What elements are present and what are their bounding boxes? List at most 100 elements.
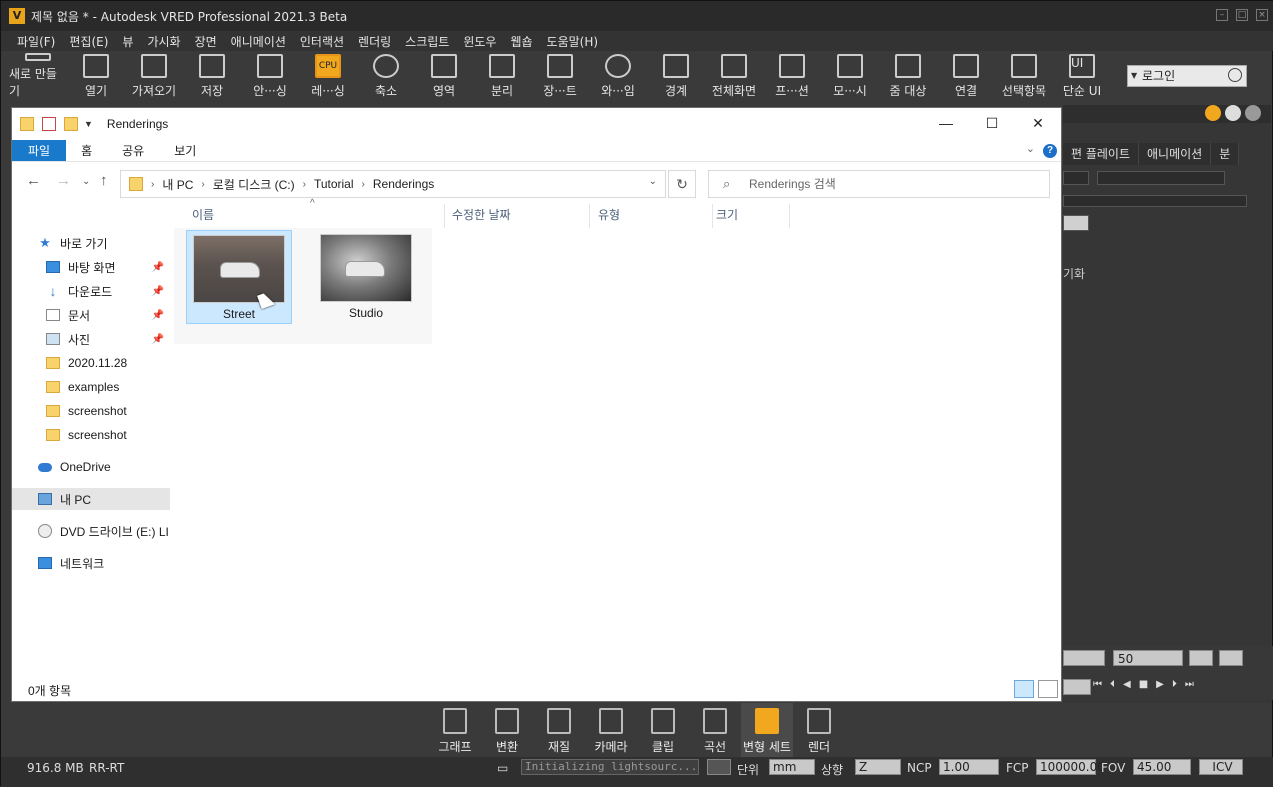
toolbar-button[interactable]: 안···싱 bbox=[241, 53, 299, 101]
expand-ribbon-icon[interactable]: ⌄ bbox=[1026, 142, 1035, 155]
pin-icon[interactable]: 📌 bbox=[152, 262, 164, 273]
menu-item[interactable]: 렌더링 bbox=[358, 31, 391, 51]
refresh-icon[interactable]: ↻ bbox=[668, 170, 696, 198]
breadcrumb-item[interactable]: Tutorial bbox=[314, 177, 354, 191]
column-type[interactable]: 유형 bbox=[598, 206, 620, 223]
nav-item[interactable]: screenshot bbox=[12, 424, 170, 446]
menu-item[interactable]: 인터랙션 bbox=[300, 31, 344, 51]
search-key-icon[interactable] bbox=[1219, 650, 1243, 666]
details-view-icon[interactable] bbox=[1014, 680, 1034, 698]
nav-item[interactable]: screenshot bbox=[12, 400, 170, 422]
toolbar-button[interactable]: 분리 bbox=[473, 53, 531, 101]
explorer-minimize-button[interactable]: — bbox=[923, 108, 969, 138]
toolbar-button[interactable]: 저장 bbox=[183, 53, 241, 101]
terminal-icon[interactable]: ▭ bbox=[497, 761, 508, 775]
chevron-right-icon[interactable]: › bbox=[201, 179, 204, 190]
nav-item[interactable]: 내 PC bbox=[12, 488, 170, 510]
column-size[interactable]: 크기 bbox=[716, 206, 738, 223]
column-divider[interactable] bbox=[444, 204, 445, 228]
up-arrow-icon[interactable]: ↑ bbox=[100, 172, 108, 189]
chevron-right-icon[interactable]: › bbox=[362, 179, 365, 190]
module-button[interactable]: 클립 bbox=[637, 703, 689, 757]
menu-item[interactable]: 뷰 bbox=[122, 31, 133, 51]
toolbar-button[interactable]: 축소 bbox=[357, 53, 415, 101]
module-button[interactable]: 렌더 bbox=[793, 703, 845, 757]
stop-icon[interactable]: ■ bbox=[1139, 679, 1148, 690]
module-button[interactable]: 재질 bbox=[533, 703, 585, 757]
first-frame-icon[interactable]: ⏮ bbox=[1093, 679, 1102, 690]
nav-item[interactable]: ★ 바로 가기 bbox=[12, 232, 170, 254]
back-arrow-icon[interactable]: ← bbox=[26, 172, 41, 189]
pin-icon[interactable]: 📌 bbox=[152, 310, 164, 321]
toolbar-button[interactable]: 모···시 bbox=[821, 53, 879, 101]
quick-access-dropdown-icon[interactable]: ▼ bbox=[84, 119, 93, 129]
panel-field[interactable] bbox=[1063, 215, 1089, 231]
toolbar-button[interactable]: 전체화면 bbox=[705, 53, 763, 101]
panel-field[interactable] bbox=[1097, 171, 1225, 185]
breadcrumb-item[interactable]: Renderings bbox=[373, 177, 434, 191]
new-folder-icon[interactable] bbox=[64, 117, 78, 131]
ribbon-tab[interactable]: 홈 bbox=[66, 140, 107, 161]
panel-field[interactable] bbox=[1063, 195, 1247, 207]
toolbar-button[interactable]: 영역 bbox=[415, 53, 473, 101]
ribbon-tab[interactable]: 보기 bbox=[159, 140, 211, 161]
last-frame-icon[interactable]: ⏭ bbox=[1185, 679, 1194, 690]
chevron-right-icon[interactable]: › bbox=[303, 179, 306, 190]
module-button[interactable]: 변형 세트 bbox=[741, 703, 793, 757]
menu-item[interactable]: 장면 bbox=[195, 31, 217, 51]
toolbar-button[interactable]: 프···션 bbox=[763, 53, 821, 101]
nav-item[interactable]: examples bbox=[12, 376, 170, 398]
breadcrumb-item[interactable]: 내 PC bbox=[162, 176, 193, 193]
menu-item[interactable]: 도움말(H) bbox=[547, 31, 599, 51]
column-divider[interactable] bbox=[789, 204, 790, 228]
toolbar-button[interactable]: UI 단순 UI bbox=[1053, 53, 1111, 101]
fov-field[interactable]: 45.00 bbox=[1133, 759, 1191, 775]
menu-item[interactable]: 스크립트 bbox=[405, 31, 449, 51]
up-axis-select[interactable]: Z bbox=[855, 759, 901, 775]
nav-item[interactable]: DVD 드라이브 (E:) LI bbox=[12, 520, 170, 542]
prev-key-icon[interactable]: ⏴ bbox=[1110, 679, 1115, 690]
ribbon-tab[interactable]: 파일 bbox=[12, 140, 67, 161]
maximize-button[interactable]: □ bbox=[1236, 9, 1248, 21]
toolbar-button[interactable]: CPU 레···싱 bbox=[299, 53, 357, 101]
breadcrumb-item[interactable]: 로컬 디스크 (C:) bbox=[213, 176, 295, 193]
module-button[interactable]: 변환 bbox=[481, 703, 533, 757]
chevron-right-icon[interactable]: › bbox=[151, 179, 154, 190]
unit-select[interactable]: mm bbox=[769, 759, 815, 775]
play-back-icon[interactable]: ◀ bbox=[1123, 679, 1131, 690]
end-frame-field[interactable]: 50 bbox=[1113, 650, 1183, 666]
menu-item[interactable]: 파일(F) bbox=[17, 31, 55, 51]
start-frame-field[interactable] bbox=[1063, 650, 1105, 666]
search-input[interactable]: ⌕ Renderings 검색 bbox=[708, 170, 1050, 198]
panel-tab[interactable]: 편 플레이트 bbox=[1063, 143, 1140, 165]
address-bar[interactable]: › 내 PC › 로컬 디스크 (C:) › Tutorial › Renderings ⌄ bbox=[120, 170, 666, 198]
module-button[interactable]: 그래프 bbox=[429, 703, 481, 757]
nav-item[interactable]: ↓ 다운로드 📌 bbox=[12, 280, 170, 302]
file-studio[interactable]: Studio bbox=[314, 230, 420, 324]
toolbar-button[interactable]: 선택항목 bbox=[995, 53, 1053, 101]
toolbar-button[interactable]: 장···트 bbox=[531, 53, 589, 101]
column-modified[interactable]: 수정한 날짜 bbox=[452, 206, 511, 223]
menu-item[interactable]: 편집(E) bbox=[69, 31, 108, 51]
panel-tab[interactable]: 분 bbox=[1211, 143, 1240, 165]
nav-item[interactable]: 바탕 화면 📌 bbox=[12, 256, 170, 278]
recent-dropdown-icon[interactable]: ⌄ bbox=[82, 176, 90, 187]
panel-forward-icon[interactable] bbox=[1225, 105, 1241, 121]
next-key-icon[interactable]: ⏵ bbox=[1172, 679, 1177, 690]
pin-icon[interactable]: 📌 bbox=[152, 334, 164, 345]
help-icon[interactable]: ? bbox=[1043, 144, 1057, 158]
panel-field[interactable] bbox=[1063, 171, 1089, 185]
key-icon[interactable] bbox=[1189, 650, 1213, 666]
nav-item[interactable]: 2020.11.28 bbox=[12, 352, 170, 374]
module-button[interactable]: 카메라 bbox=[585, 703, 637, 757]
menu-item[interactable]: 애니메이션 bbox=[231, 31, 286, 51]
toolbar-button[interactable]: 경계 bbox=[647, 53, 705, 101]
menu-item[interactable]: 웹숍 bbox=[510, 31, 532, 51]
play-icon[interactable]: ▶ bbox=[1156, 679, 1164, 690]
toolbar-button[interactable]: 와···임 bbox=[589, 53, 647, 101]
ribbon-tab[interactable]: 공유 bbox=[107, 140, 159, 161]
clear-button[interactable] bbox=[707, 759, 731, 775]
panel-d-icon[interactable] bbox=[1205, 105, 1221, 121]
nav-item[interactable]: 네트워크 bbox=[12, 552, 170, 574]
toolbar-button[interactable]: 줌 대상 bbox=[879, 53, 937, 101]
